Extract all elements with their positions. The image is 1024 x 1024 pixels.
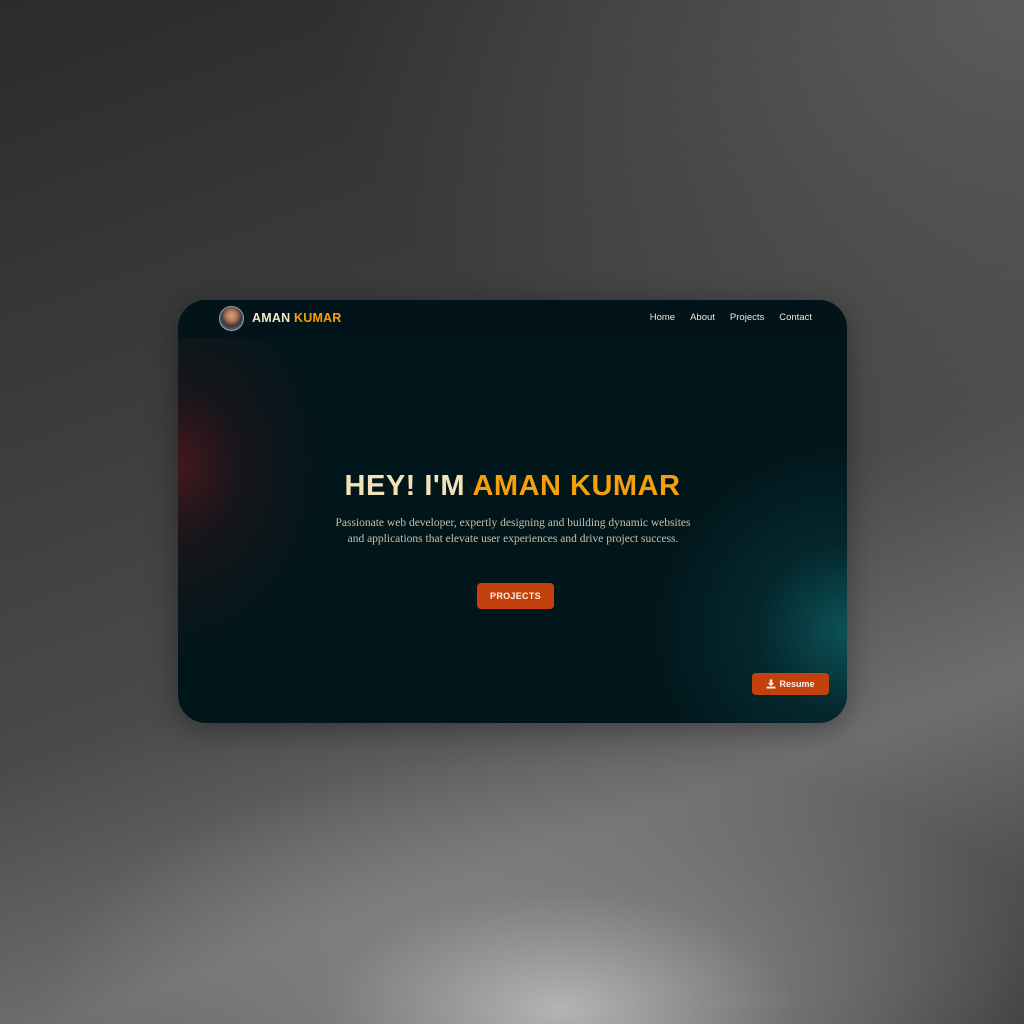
brand-last-name: KUMAR [293,311,342,325]
portfolio-window: AMAN KUMAR Home About Projects Contact H… [178,300,847,723]
brand-first-name: AMAN [252,311,291,325]
resume-label: Resume [779,679,815,689]
download-icon [766,679,776,689]
hero-description: Passionate web developer, expertly desig… [335,517,691,545]
hero-title-name: AMAN KUMAR [472,470,681,502]
projects-button[interactable]: PROJECTS [477,583,554,609]
nav-contact[interactable]: Contact [779,312,812,323]
navbar: AMAN KUMAR Home About Projects Contact [178,300,847,338]
nav-links: Home About Projects Contact [650,312,812,323]
nav-projects[interactable]: Projects [730,312,764,323]
brand-logo[interactable]: AMAN KUMAR [252,311,342,325]
hero-title: HEY! I'M AMAN KUMAR [178,470,847,503]
nav-about[interactable]: About [690,312,715,323]
resume-button[interactable]: Resume [752,673,829,695]
hero-title-prefix: HEY! I'M [344,470,465,502]
avatar[interactable] [219,306,244,331]
nav-home[interactable]: Home [650,312,675,323]
